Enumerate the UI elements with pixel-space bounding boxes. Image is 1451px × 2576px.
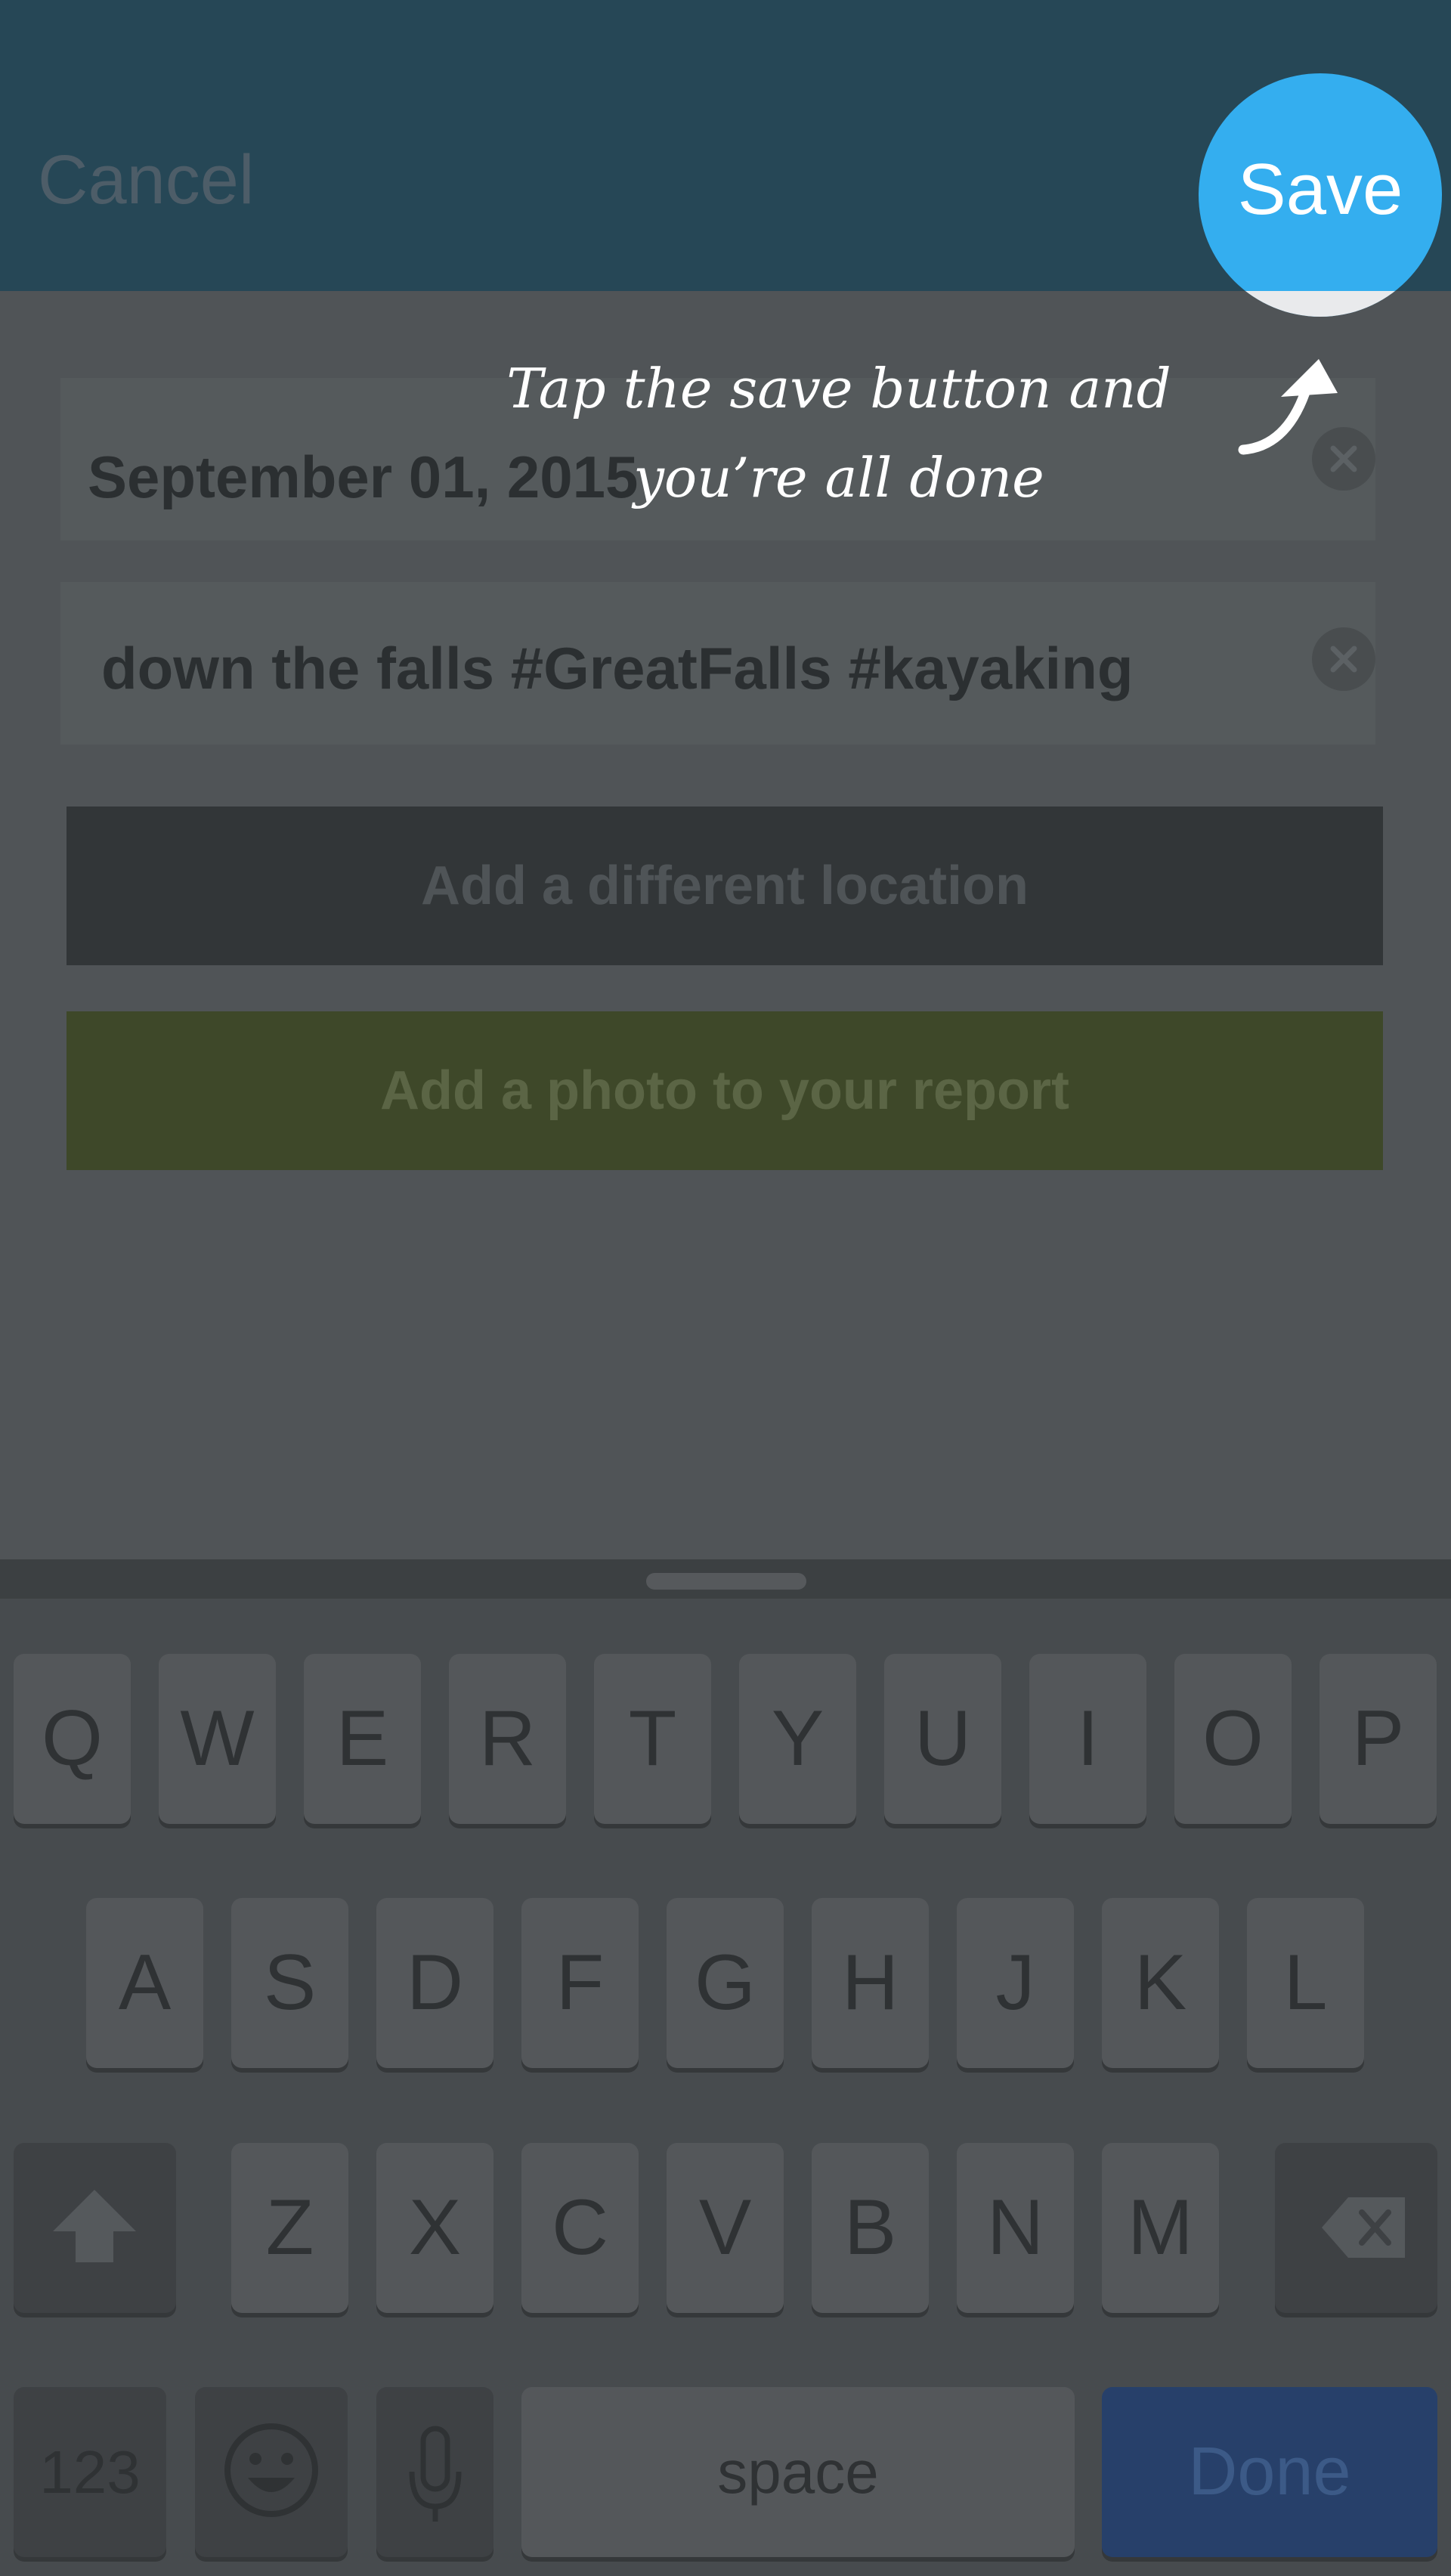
coachmark-line-2: you’re all done [633,446,1044,509]
cancel-button[interactable]: Cancel [38,145,254,215]
key-m[interactable]: M [1102,2143,1219,2313]
shift-icon [53,2190,136,2262]
key-p[interactable]: P [1320,1654,1437,1824]
dictation-key[interactable] [376,2387,493,2557]
coachmark-line-1: Tap the save button and [506,357,1171,420]
key-o[interactable]: O [1174,1654,1292,1824]
delete-key[interactable] [1275,2143,1437,2313]
clear-description-button[interactable] [1312,627,1375,691]
clear-icon [1330,646,1357,673]
key-d[interactable]: D [376,1898,493,2068]
key-x[interactable]: X [376,2143,493,2313]
key-i[interactable]: I [1029,1654,1146,1824]
key-t[interactable]: T [594,1654,711,1824]
key-u[interactable]: U [884,1654,1001,1824]
key-a[interactable]: A [86,1898,203,2068]
delete-icon [1322,2197,1405,2258]
keyboard: Q W E R T Y U I O P A S D F G H J K L Z … [0,1559,1451,2576]
save-button-shadow [1199,291,1442,317]
key-s[interactable]: S [231,1898,348,2068]
save-button-label: Save [1237,149,1403,230]
shift-key[interactable] [14,2143,176,2313]
key-h[interactable]: H [812,1898,929,2068]
key-v[interactable]: V [667,2143,784,2313]
key-e[interactable]: E [304,1654,421,1824]
description-field[interactable]: down the falls #GreatFalls #kayaking [60,582,1375,745]
add-location-button[interactable]: Add a different location [67,807,1383,965]
add-photo-button[interactable]: Add a photo to your report [67,1011,1383,1170]
key-g[interactable]: G [667,1898,784,2068]
space-key[interactable]: space [521,2387,1075,2557]
arrow-icon [1238,359,1338,455]
key-r[interactable]: R [449,1654,566,1824]
key-k[interactable]: K [1102,1898,1219,2068]
key-q[interactable]: Q [14,1654,131,1824]
emoji-key[interactable] [195,2387,348,2557]
key-w[interactable]: W [159,1654,276,1824]
key-l[interactable]: L [1247,1898,1364,2068]
numbers-key[interactable]: 123 [14,2387,166,2557]
key-j[interactable]: J [957,1898,1074,2068]
key-f[interactable]: F [521,1898,639,2068]
key-y[interactable]: Y [739,1654,856,1824]
mic-icon [409,2426,462,2522]
emoji-icon [224,2423,318,2517]
key-z[interactable]: Z [231,2143,348,2313]
save-button[interactable]: Save [1199,73,1442,317]
done-key[interactable]: Done [1102,2387,1437,2557]
key-b[interactable]: B [812,2143,929,2313]
keyboard-handle[interactable] [646,1573,806,1590]
coachmark-text: Tap the save button and you’re all done [423,344,1255,522]
keyboard-accessory-bar [0,1559,1451,1599]
description-field-value: down the falls #GreatFalls #kayaking [101,635,1134,701]
key-n[interactable]: N [957,2143,1074,2313]
key-c[interactable]: C [521,2143,639,2313]
